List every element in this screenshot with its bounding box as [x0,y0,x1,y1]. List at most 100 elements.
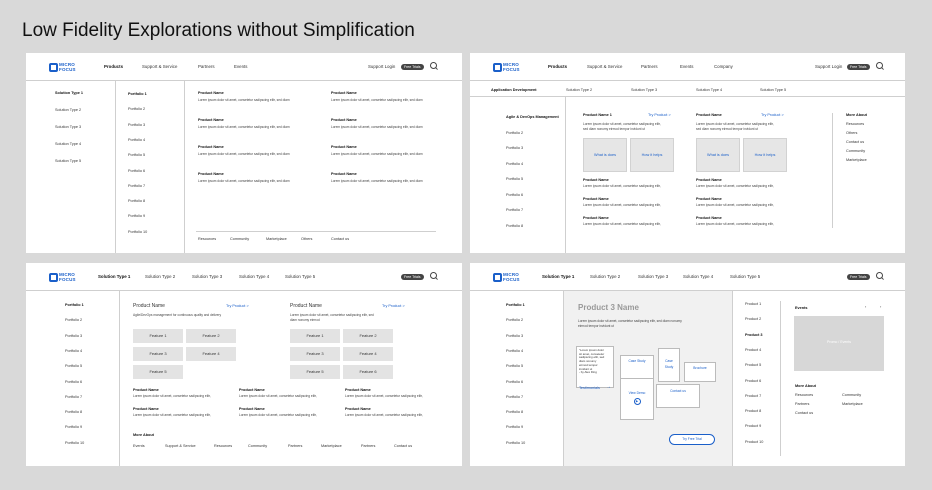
solution-tab[interactable]: Application Development [491,88,537,92]
product-name[interactable]: Product Name [331,118,357,122]
nav-company[interactable]: Company [714,64,733,69]
free-trials-button[interactable]: Free Trials [847,274,870,280]
nav-support[interactable]: Support & Service [142,64,177,69]
product-item[interactable]: Product 4 [745,348,761,352]
case-study-card-2[interactable]: Case Study [658,348,680,382]
feature-button[interactable]: Feature 2 [186,329,236,343]
search-icon[interactable] [429,61,439,71]
portfolio-item[interactable]: Portfolio 1 [128,92,147,96]
search-icon[interactable] [875,61,885,71]
product-item[interactable]: Product 8 [745,409,761,413]
try-product-link[interactable]: Try Product > [648,113,671,117]
product-name[interactable]: Product Name [583,197,609,201]
footer-link[interactable]: Partners [361,444,375,448]
nav-partners[interactable]: Partners [641,64,658,69]
portfolio-item[interactable]: Portfolio 2 [128,107,145,111]
portfolio-item[interactable]: Portfolio 2 [506,131,523,135]
how-it-helps-card[interactable]: How it helps [630,138,674,172]
solution-tab[interactable]: Solution Type 5 [760,88,786,92]
portfolio-item[interactable]: Portfolio 9 [506,425,523,429]
footer-link[interactable]: Contact us [394,444,412,448]
solution-type-item[interactable]: Solution Type 3 [55,125,81,129]
testimonials-link[interactable]: Testimonials [579,386,600,390]
product-item[interactable]: Product 9 [745,424,761,428]
free-trials-button[interactable]: Free Trials [401,274,424,280]
more-link[interactable]: Resources [795,393,813,397]
portfolio-item[interactable]: Portfolio 7 [128,184,145,188]
try-free-trial-button[interactable]: Try Free Trial [669,434,715,445]
nav-products[interactable]: Products [104,64,123,69]
case-study-card[interactable]: Case Study [620,355,654,379]
portfolio-item[interactable]: Portfolio 10 [65,441,84,445]
more-link[interactable]: Marketplace [846,158,867,162]
search-icon[interactable] [875,271,885,281]
more-link[interactable]: Contact us [795,411,813,415]
portfolio-item[interactable]: Portfolio 5 [128,153,145,157]
portfolio-item[interactable]: Portfolio 4 [128,138,145,142]
nav-login[interactable]: Support Login [815,64,842,69]
feature-button[interactable]: Feature 2 [343,329,393,343]
nav-login[interactable]: Support Login [368,64,395,69]
product-item[interactable]: Product 6 [745,379,761,383]
footer-link[interactable]: Support & Service [165,444,196,448]
footer-link[interactable]: Marketplace [266,237,287,241]
product-name[interactable]: Product Name [345,388,371,392]
product-name[interactable]: Product Name [331,91,357,95]
portfolio-item[interactable]: Portfolio 7 [506,208,523,212]
product-name[interactable]: Product Name [583,178,609,182]
portfolio-item[interactable]: Portfolio 8 [65,410,82,414]
product-name[interactable]: Product Name [198,118,224,122]
free-trials-button[interactable]: Free Trials [847,64,870,70]
more-link[interactable]: Community [846,149,865,153]
what-it-does-card[interactable]: What is does [583,138,627,172]
solution-tab[interactable]: Solution Type 4 [696,88,722,92]
footer-link[interactable]: Marketplace [321,444,342,448]
product-item[interactable]: Product 3 [745,333,763,337]
logo[interactable]: MICRO FOCUS [49,272,76,282]
product-name[interactable]: Product Name [239,388,265,392]
logo[interactable]: MICRO FOCUS [493,272,520,282]
portfolio-item[interactable]: Portfolio 4 [506,162,523,166]
more-link[interactable]: Contact us [846,140,864,144]
more-link[interactable]: Partners [795,402,809,406]
product-name[interactable]: Product Name [696,197,722,201]
product-name[interactable]: Product Name [331,172,357,176]
portfolio-item[interactable]: Portfolio 6 [65,380,82,384]
portfolio-item[interactable]: Portfolio 4 [65,349,82,353]
more-link[interactable]: Resources [846,122,864,126]
portfolio-item[interactable]: Portfolio 7 [65,395,82,399]
solution-tab[interactable]: Solution Type 3 [631,88,657,92]
free-trials-button[interactable]: Free Trials [401,64,424,70]
promo-banner[interactable]: Promo / Events [794,316,884,371]
portfolio-item[interactable]: Portfolio 1 [506,303,525,307]
next-icon[interactable]: › [880,305,881,309]
portfolio-item[interactable]: Portfolio 9 [128,214,145,218]
view-demo-card[interactable]: View Demo ▶ [620,378,654,420]
product-name[interactable]: Product Name [331,145,357,149]
search-icon[interactable] [429,271,439,281]
feature-button[interactable]: Feature 4 [186,347,236,361]
product-item[interactable]: Product 5 [745,363,761,367]
portfolio-item[interactable]: Agile & DevOps Management [506,115,559,119]
footer-link[interactable]: Events [133,444,145,448]
portfolio-item[interactable]: Portfolio 2 [506,318,523,322]
product-name[interactable]: Product Name 1 [583,113,612,117]
product-name[interactable]: Product Name [696,216,722,220]
product-name[interactable]: Product Name [583,216,609,220]
portfolio-item[interactable]: Portfolio 5 [506,177,523,181]
product-name[interactable]: Product Name [133,303,165,309]
portfolio-item[interactable]: Portfolio 6 [128,169,145,173]
brochure-card[interactable]: Brochure [684,362,716,382]
portfolio-item[interactable]: Portfolio 2 [65,318,82,322]
portfolio-item[interactable]: Portfolio 7 [506,395,523,399]
product-name[interactable]: Product Name [239,407,265,411]
footer-link[interactable]: Partners [288,444,302,448]
product-name[interactable]: Product Name [198,172,224,176]
feature-button[interactable]: Feature 3 [133,347,183,361]
portfolio-item[interactable]: Portfolio 10 [128,230,147,234]
product-item[interactable]: Product 1 [745,302,761,306]
portfolio-item[interactable]: Portfolio 8 [506,224,523,228]
footer-link[interactable]: Community [230,237,249,241]
product-item[interactable]: Product 2 [745,317,761,321]
portfolio-item[interactable]: Portfolio 5 [506,364,523,368]
